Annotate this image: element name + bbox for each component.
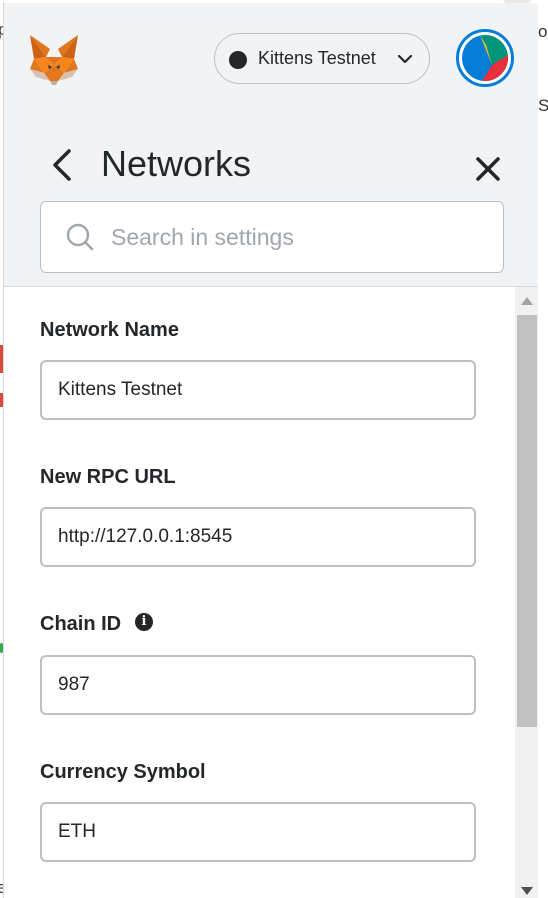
background-page-strip	[538, 0, 548, 898]
currency-symbol-label: Currency Symbol	[40, 761, 206, 783]
search-input[interactable]	[111, 216, 481, 258]
settings-search[interactable]	[40, 201, 504, 273]
network-selector[interactable]: Kittens Testnet	[214, 33, 430, 84]
network-status-dot	[229, 51, 247, 69]
metamask-fox-logo[interactable]	[26, 33, 82, 87]
browser-viewport: p o Sr e	[0, 0, 548, 898]
app-header: Kittens Testnet	[4, 3, 538, 113]
background-text-fragment: o	[538, 22, 548, 41]
rpc-url-label: New RPC URL	[40, 466, 176, 488]
network-selector-label: Kittens Testnet	[258, 48, 376, 68]
scrollbar[interactable]	[515, 287, 538, 898]
background-text-fragment: Sr	[538, 96, 548, 115]
network-name-input[interactable]	[40, 360, 476, 420]
chevron-down-icon	[397, 54, 413, 64]
scroll-up-arrow-icon[interactable]	[521, 297, 533, 305]
currency-symbol-input[interactable]	[40, 802, 476, 862]
rpc-url-input[interactable]	[40, 507, 476, 567]
close-icon[interactable]	[474, 155, 502, 183]
info-icon[interactable]: i	[135, 613, 153, 631]
scrollbar-thumb[interactable]	[517, 315, 537, 727]
search-icon	[66, 223, 94, 251]
metamask-popup: Kittens Testnet Networks Search in setti…	[3, 3, 538, 898]
scroll-down-arrow-icon[interactable]	[521, 887, 533, 895]
account-identicon	[462, 35, 508, 81]
settings-header: Networks	[4, 133, 538, 193]
account-avatar[interactable]	[456, 29, 514, 87]
chain-id-label: Chain ID	[40, 613, 122, 635]
network-form-panel: Network Name New RPC URL Chain ID i Curr…	[4, 286, 538, 898]
page-title: Networks	[101, 143, 252, 184]
network-name-label: Network Name	[40, 319, 179, 341]
back-arrow-icon[interactable]	[49, 147, 75, 183]
chain-id-input[interactable]	[40, 655, 476, 715]
